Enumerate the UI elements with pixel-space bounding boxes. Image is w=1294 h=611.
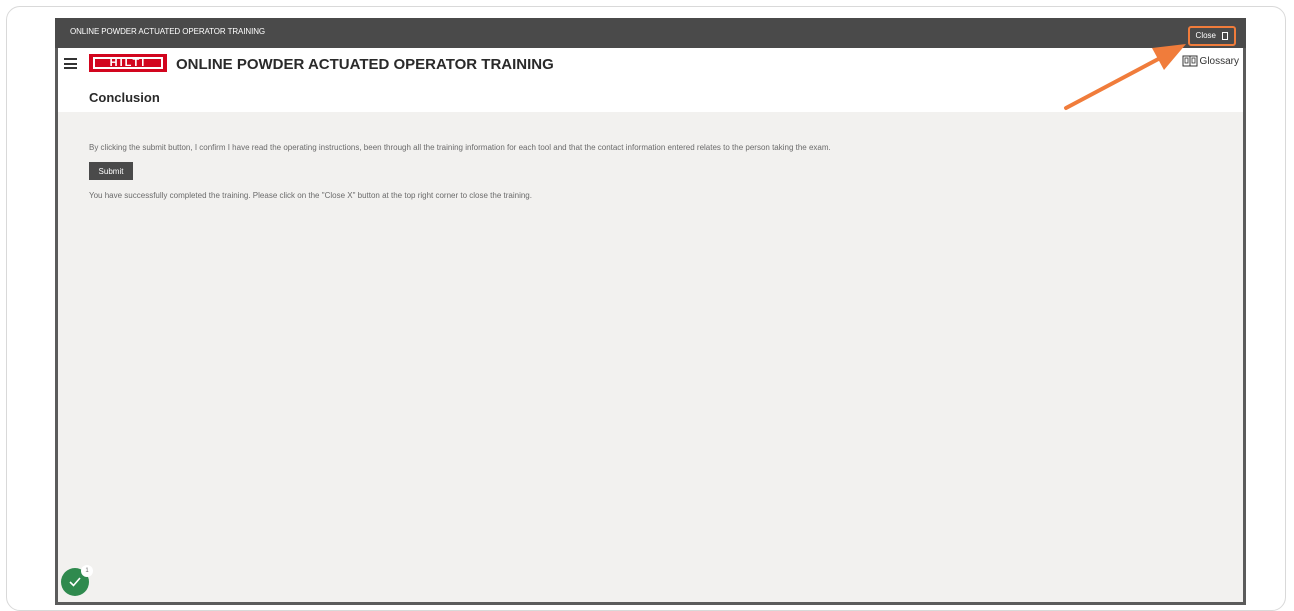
window-title: ONLINE POWDER ACTUATED OPERATOR TRAINING (70, 27, 265, 36)
progress-count: 1 (81, 565, 93, 577)
glossary-label: Glossary (1199, 55, 1239, 67)
course-title: ONLINE POWDER ACTUATED OPERATOR TRAINING (176, 56, 554, 73)
content-area: HILTI ONLINE POWDER ACTUATED OPERATOR TR… (58, 48, 1243, 602)
checkmark-icon (69, 577, 81, 587)
logo-text: HILTI (93, 57, 163, 69)
success-message: You have successfully completed the trai… (89, 191, 532, 200)
close-icon (1222, 32, 1228, 40)
page-title: Conclusion (89, 90, 160, 105)
arrow-annotation (1064, 44, 1186, 110)
hilti-logo: HILTI (89, 54, 167, 72)
hamburger-menu-icon[interactable] (64, 58, 77, 69)
submit-button[interactable]: Submit (89, 162, 133, 180)
confirmation-text: By clicking the submit button, I confirm… (89, 143, 831, 152)
